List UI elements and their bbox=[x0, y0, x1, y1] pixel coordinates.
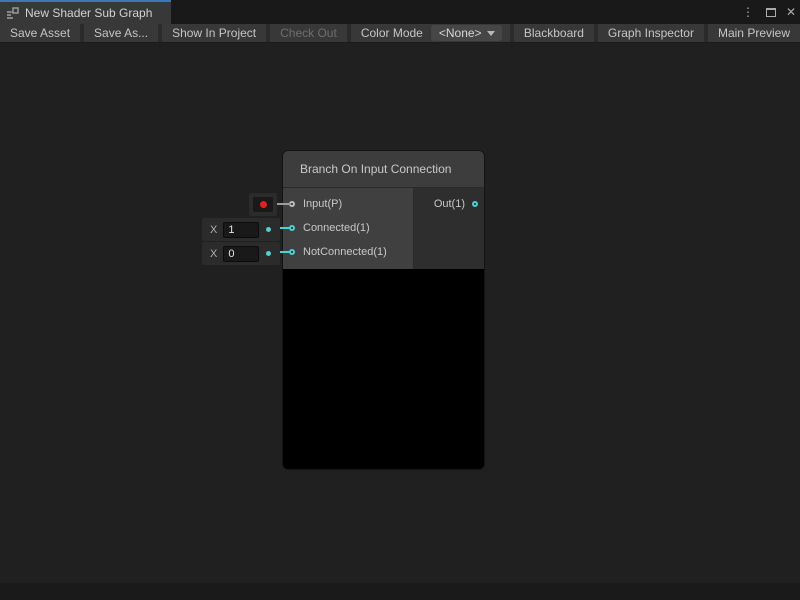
node-header[interactable]: Branch On Input Connection bbox=[283, 151, 484, 188]
node-preview bbox=[283, 269, 484, 469]
sub-graph-icon bbox=[6, 7, 19, 20]
input-p-default-field bbox=[253, 197, 273, 212]
wire-notconnected bbox=[280, 251, 291, 253]
connector-dot-icon bbox=[266, 227, 271, 232]
notconnected-value-input[interactable] bbox=[223, 246, 259, 262]
x-component-label: X bbox=[210, 248, 217, 260]
port-label-notconnected: NotConnected(1) bbox=[303, 246, 387, 258]
save-asset-button[interactable]: Save Asset bbox=[0, 24, 80, 42]
wire-connected bbox=[280, 227, 291, 229]
window-controls: ⋮ ✕ bbox=[740, 0, 796, 24]
connected-value-input[interactable] bbox=[223, 222, 259, 238]
connector-dot-icon bbox=[266, 251, 271, 256]
maximize-icon[interactable] bbox=[766, 8, 776, 17]
connected-default-widget: X bbox=[202, 218, 280, 241]
graph-inspector-button[interactable]: Graph Inspector bbox=[598, 24, 704, 42]
chevron-down-icon bbox=[487, 31, 495, 36]
wire-input-p bbox=[277, 203, 291, 205]
graph-canvas[interactable]: Branch On Input Connection Input(P) Conn… bbox=[0, 43, 800, 583]
bottom-strip bbox=[0, 583, 800, 600]
node-output-ports: Out(1) bbox=[413, 188, 484, 269]
color-mode-selected-value: <None> bbox=[439, 26, 482, 40]
notconnected-default-widget: X bbox=[202, 242, 280, 265]
blackboard-button[interactable]: Blackboard bbox=[514, 24, 594, 42]
node-branch-on-input-connection[interactable]: Branch On Input Connection Input(P) Conn… bbox=[283, 151, 484, 469]
window-menu-icon[interactable]: ⋮ bbox=[740, 6, 756, 18]
show-in-project-button[interactable]: Show In Project bbox=[162, 24, 266, 42]
check-out-button: Check Out bbox=[270, 24, 347, 42]
close-icon[interactable]: ✕ bbox=[786, 6, 796, 18]
port-row-notconnected: NotConnected(1) bbox=[283, 240, 413, 264]
port-row-out: Out(1) bbox=[414, 192, 484, 216]
tab-title: New Shader Sub Graph bbox=[25, 6, 152, 20]
node-input-ports: Input(P) Connected(1) NotConnected(1) bbox=[283, 188, 413, 269]
tab-bar: New Shader Sub Graph ⋮ ✕ bbox=[0, 0, 800, 24]
input-p-default-widget[interactable] bbox=[249, 193, 277, 216]
tab-new-shader-sub-graph[interactable]: New Shader Sub Graph bbox=[0, 0, 171, 24]
port-row-connected: Connected(1) bbox=[283, 216, 413, 240]
save-as-button[interactable]: Save As... bbox=[84, 24, 158, 42]
port-label-input: Input(P) bbox=[303, 198, 342, 210]
port-label-out: Out(1) bbox=[434, 198, 465, 210]
port-label-connected: Connected(1) bbox=[303, 222, 370, 234]
x-component-label: X bbox=[210, 224, 217, 236]
out-port-icon[interactable] bbox=[472, 201, 478, 207]
main-preview-button[interactable]: Main Preview bbox=[708, 24, 800, 42]
port-row-input: Input(P) bbox=[283, 192, 413, 216]
color-mode-label: Color Mode bbox=[351, 24, 431, 42]
input-state-dot-icon bbox=[260, 201, 267, 208]
shader-graph-window: New Shader Sub Graph ⋮ ✕ Save Asset Save… bbox=[0, 0, 800, 600]
toolbar: Save Asset Save As... Show In Project Ch… bbox=[0, 24, 800, 43]
node-title: Branch On Input Connection bbox=[300, 162, 451, 176]
color-mode-dropdown[interactable]: <None> bbox=[431, 25, 502, 41]
node-body: Input(P) Connected(1) NotConnected(1) Ou… bbox=[283, 188, 484, 269]
